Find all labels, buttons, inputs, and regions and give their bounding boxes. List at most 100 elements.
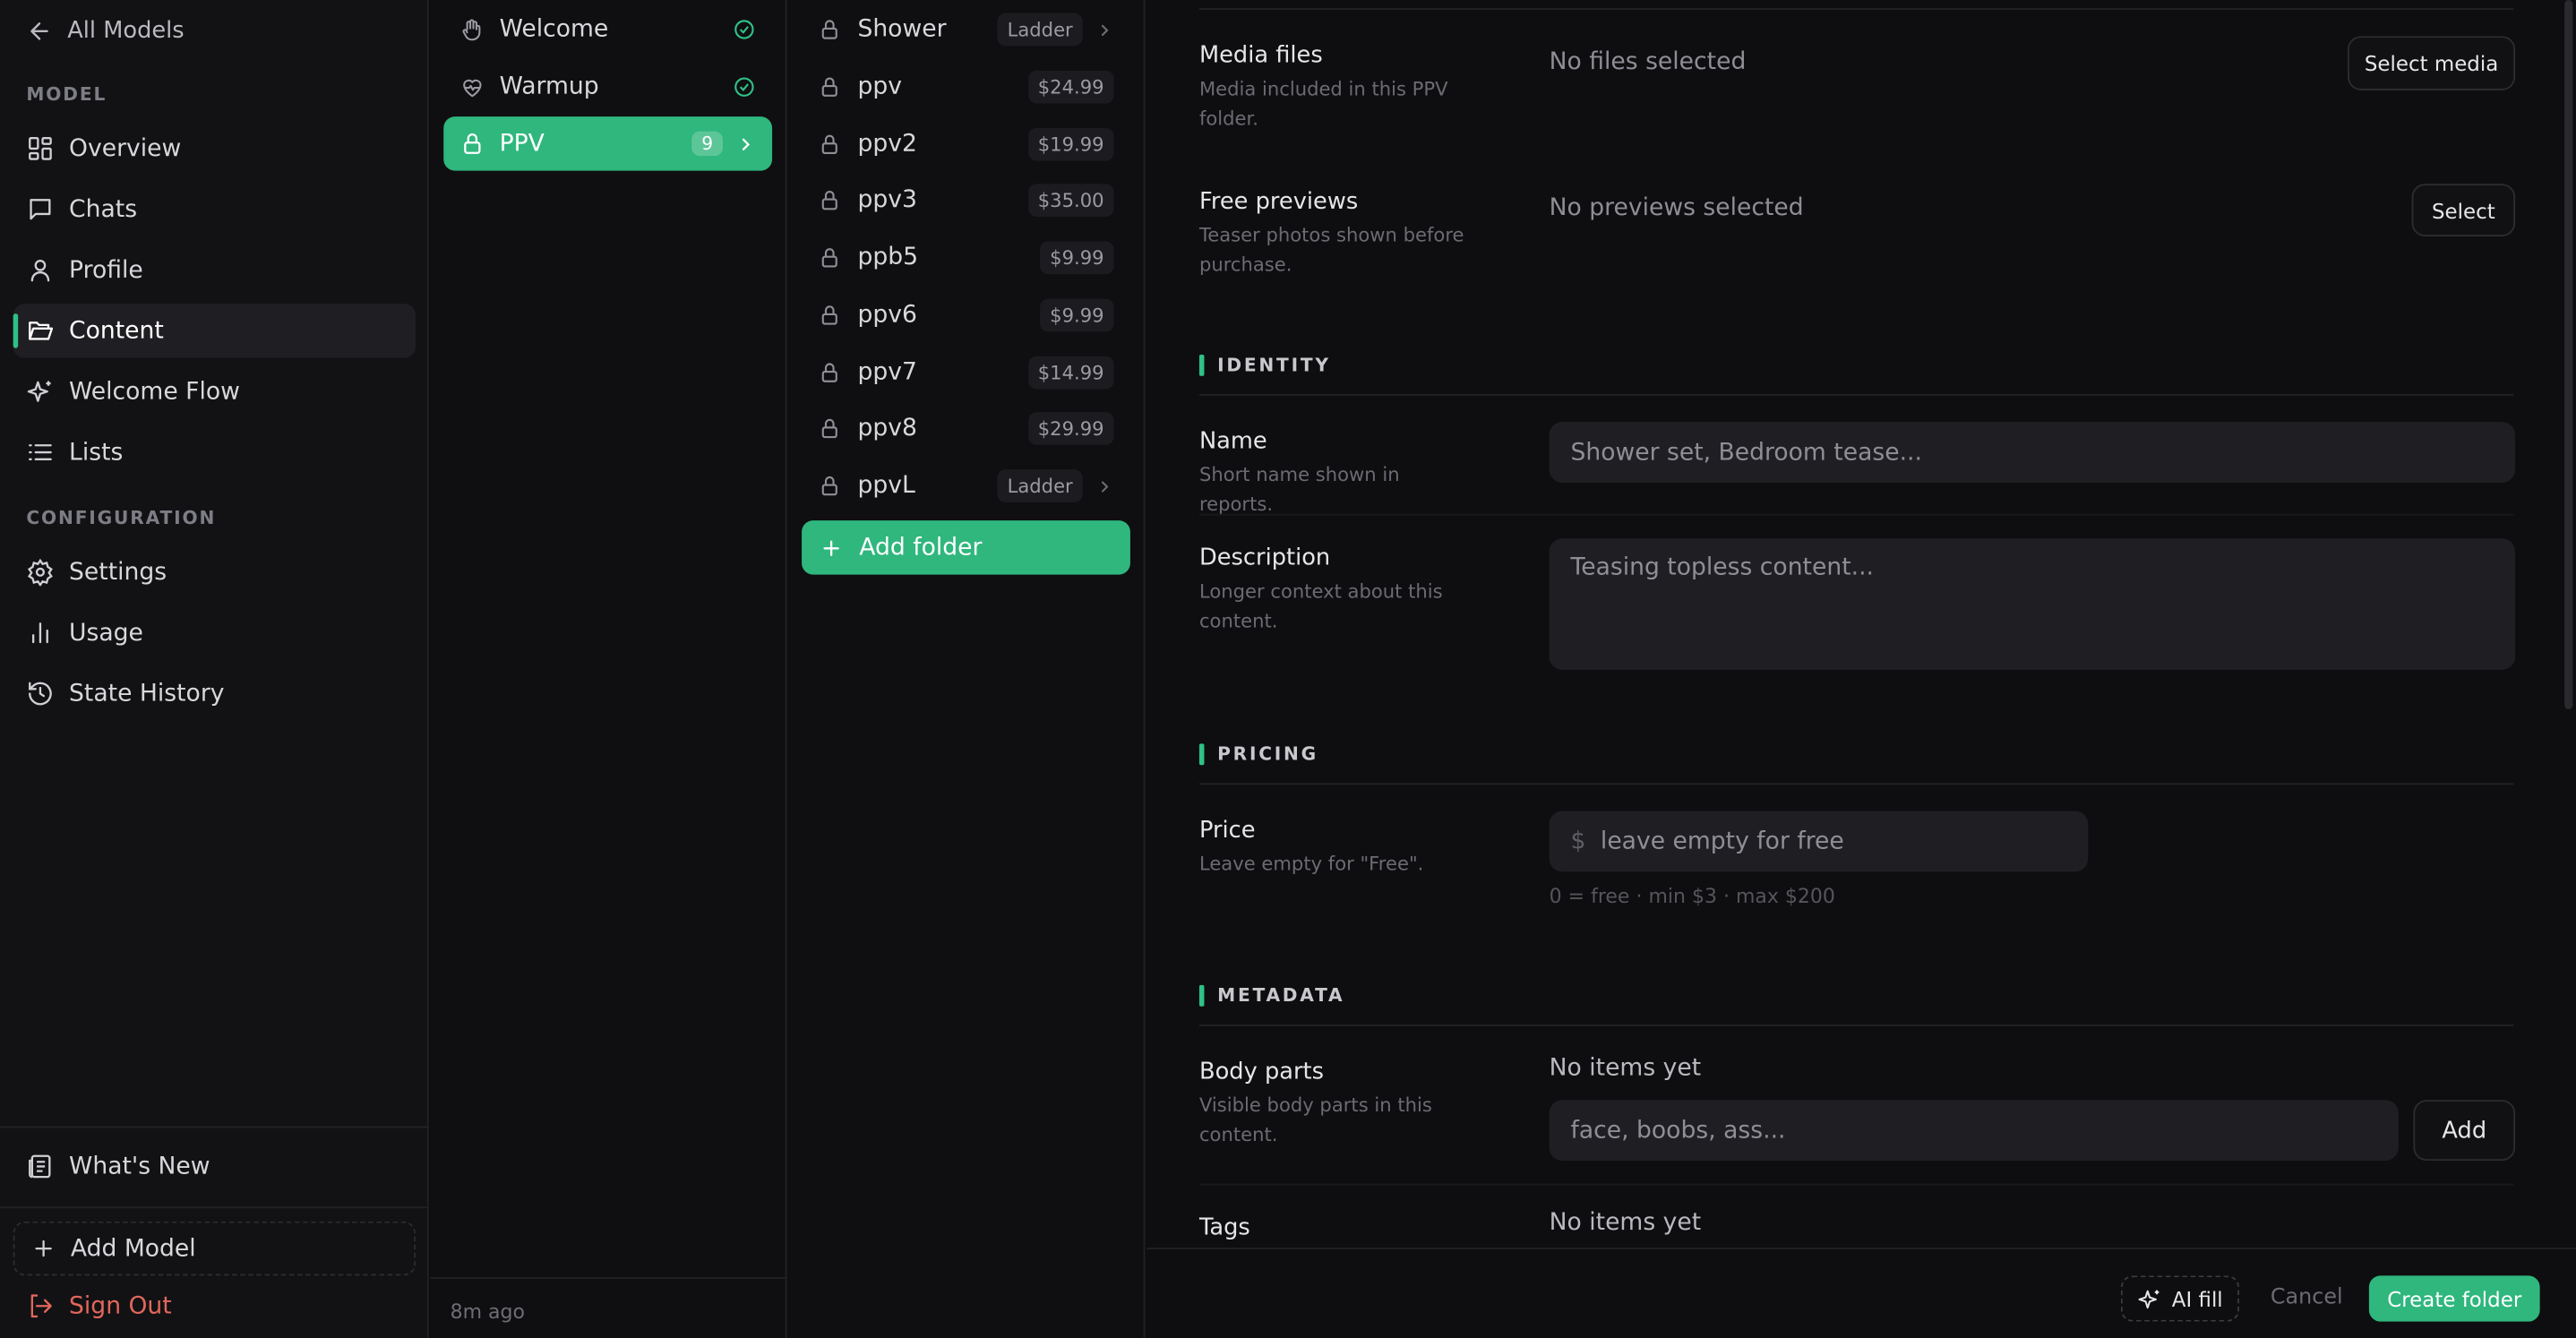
heart-pulse-icon bbox=[460, 74, 485, 99]
sidebar-item-lists[interactable]: Lists bbox=[13, 425, 416, 479]
sidebar-divider bbox=[0, 1126, 429, 1128]
price-badge: $9.99 bbox=[1040, 298, 1114, 332]
folder-name: ppb5 bbox=[857, 244, 919, 271]
whats-new-link[interactable]: What's New bbox=[13, 1139, 416, 1193]
arrow-left-icon bbox=[26, 18, 52, 44]
body-parts-help: Visible body parts in this content. bbox=[1198, 1093, 1432, 1146]
folder-name: Shower bbox=[857, 16, 947, 43]
name-label: Name bbox=[1198, 428, 1267, 455]
add-model-label: Add Model bbox=[70, 1235, 196, 1262]
folder-item[interactable]: ppv $24.99 bbox=[802, 61, 1130, 114]
free-previews-label: Free previews bbox=[1198, 188, 1359, 216]
sparkles-icon bbox=[26, 378, 54, 406]
divider bbox=[1198, 513, 2514, 516]
lock-icon bbox=[818, 417, 841, 441]
price-badge: $24.99 bbox=[1027, 70, 1114, 104]
add-folder-label: Add folder bbox=[859, 534, 983, 562]
chevron-right-icon bbox=[736, 133, 756, 153]
description-textarea[interactable]: Teasing topless content... bbox=[1549, 538, 2516, 670]
chevron-right-icon bbox=[1095, 477, 1113, 495]
sidebar-item-settings[interactable]: Settings bbox=[13, 545, 416, 599]
section-title: IDENTITY bbox=[1217, 354, 1331, 376]
folder-name: ppv6 bbox=[857, 302, 917, 329]
tags-empty: No items yet bbox=[1549, 1210, 1702, 1237]
free-previews-help: Teaser photos shown before purchase. bbox=[1198, 223, 1464, 276]
sidebar-item-welcome-flow[interactable]: Welcome Flow bbox=[13, 365, 416, 418]
folder-item[interactable]: ppv2 $19.99 bbox=[802, 118, 1130, 171]
body-parts-input[interactable]: face, boobs, ass... bbox=[1549, 1100, 2399, 1162]
divider bbox=[430, 1277, 787, 1280]
price-placeholder: leave empty for free bbox=[1600, 828, 1844, 855]
folder-item[interactable]: Shower Ladder bbox=[802, 4, 1130, 56]
tags-label: Tags bbox=[1198, 1214, 1250, 1241]
folder-item[interactable]: ppv7 $14.99 bbox=[802, 347, 1130, 399]
check-circle-icon bbox=[733, 75, 756, 99]
identity-section-heading: IDENTITY bbox=[1199, 355, 1331, 376]
bar-chart-icon bbox=[26, 619, 54, 647]
folder-name: ppv8 bbox=[857, 415, 917, 442]
folder-item[interactable]: ppv8 $29.99 bbox=[802, 402, 1130, 455]
logout-icon bbox=[26, 1292, 54, 1320]
price-badge: $29.99 bbox=[1027, 412, 1114, 445]
lock-icon bbox=[818, 75, 841, 99]
name-input[interactable]: Shower set, Bedroom tease... bbox=[1549, 422, 2516, 483]
folder-name: ppvL bbox=[857, 472, 915, 500]
price-badge: $9.99 bbox=[1040, 241, 1114, 275]
section-title: METADATA bbox=[1217, 984, 1345, 1007]
add-body-part-button[interactable]: Add bbox=[2413, 1100, 2516, 1162]
whats-new-label: What's New bbox=[69, 1153, 210, 1180]
description-label: Description bbox=[1198, 545, 1331, 571]
media-files-help: Media included in this PPV folder. bbox=[1198, 77, 1448, 130]
sidebar-item-label: Content bbox=[69, 317, 164, 345]
sidebar-item-overview[interactable]: Overview bbox=[13, 122, 416, 176]
scrollbar[interactable] bbox=[2564, 0, 2573, 709]
all-models-link[interactable]: All Models bbox=[26, 18, 185, 44]
folder-item[interactable]: ppv6 $9.99 bbox=[802, 289, 1130, 342]
sidebar-item-label: Settings bbox=[69, 559, 167, 586]
sidebar-item-profile[interactable]: Profile bbox=[13, 243, 416, 296]
flow-item-label: Warmup bbox=[499, 73, 599, 100]
plus-icon bbox=[820, 536, 843, 560]
history-icon bbox=[26, 680, 54, 708]
ladder-badge: Ladder bbox=[997, 13, 1083, 47]
sidebar-item-chats[interactable]: Chats bbox=[13, 182, 416, 236]
flow-item-warmup[interactable]: Warmup bbox=[443, 61, 772, 114]
price-label: Price bbox=[1198, 817, 1256, 845]
flow-item-welcome[interactable]: Welcome bbox=[443, 4, 772, 56]
add-model-button[interactable]: Add Model bbox=[13, 1221, 416, 1276]
select-media-button[interactable]: Select media bbox=[2348, 36, 2516, 90]
price-input[interactable]: $ leave empty for free bbox=[1549, 811, 2089, 872]
folder-name: ppv bbox=[857, 73, 902, 100]
sidebar-item-label: Lists bbox=[69, 439, 124, 466]
media-files-value: No files selected bbox=[1549, 48, 1747, 76]
sidebar-item-label: Profile bbox=[69, 256, 143, 284]
sidebar-item-label: Chats bbox=[69, 196, 138, 223]
free-previews-value: No previews selected bbox=[1549, 195, 1804, 222]
add-folder-button[interactable]: Add folder bbox=[802, 520, 1130, 575]
price-badge: $35.00 bbox=[1027, 184, 1114, 217]
sidebar-item-usage[interactable]: Usage bbox=[13, 605, 416, 659]
folder-item[interactable]: ppvL Ladder bbox=[802, 459, 1130, 512]
sidebar-item-state-history[interactable]: State History bbox=[13, 666, 416, 720]
lock-icon bbox=[818, 133, 841, 156]
lock-icon bbox=[818, 246, 841, 270]
newspaper-icon bbox=[26, 1153, 54, 1180]
divider bbox=[1198, 783, 2514, 785]
folder-tag: Ladder bbox=[988, 8, 1114, 51]
sign-out-button[interactable]: Sign Out bbox=[26, 1292, 172, 1320]
folder-item[interactable]: ppb5 $9.99 bbox=[802, 231, 1130, 284]
flow-item-meta: 9 bbox=[691, 131, 756, 157]
select-previews-button[interactable]: Select bbox=[2411, 184, 2516, 236]
flow-item-ppv[interactable]: PPV 9 bbox=[443, 116, 773, 171]
lock-icon bbox=[818, 475, 841, 498]
lock-icon bbox=[818, 189, 841, 212]
ai-fill-button[interactable]: AI fill bbox=[2120, 1275, 2239, 1322]
folder-item[interactable]: ppv3 $35.00 bbox=[802, 174, 1130, 227]
sidebar-item-content[interactable]: Content bbox=[13, 304, 416, 358]
check-circle-icon bbox=[733, 18, 756, 41]
lock-icon bbox=[460, 132, 485, 156]
section-configuration-heading: CONFIGURATION bbox=[26, 507, 217, 529]
create-folder-button[interactable]: Create folder bbox=[2368, 1275, 2540, 1322]
price-hint: 0 = free · min $3 · max $200 bbox=[1549, 885, 1835, 908]
cancel-button[interactable]: Cancel bbox=[2271, 1285, 2343, 1309]
